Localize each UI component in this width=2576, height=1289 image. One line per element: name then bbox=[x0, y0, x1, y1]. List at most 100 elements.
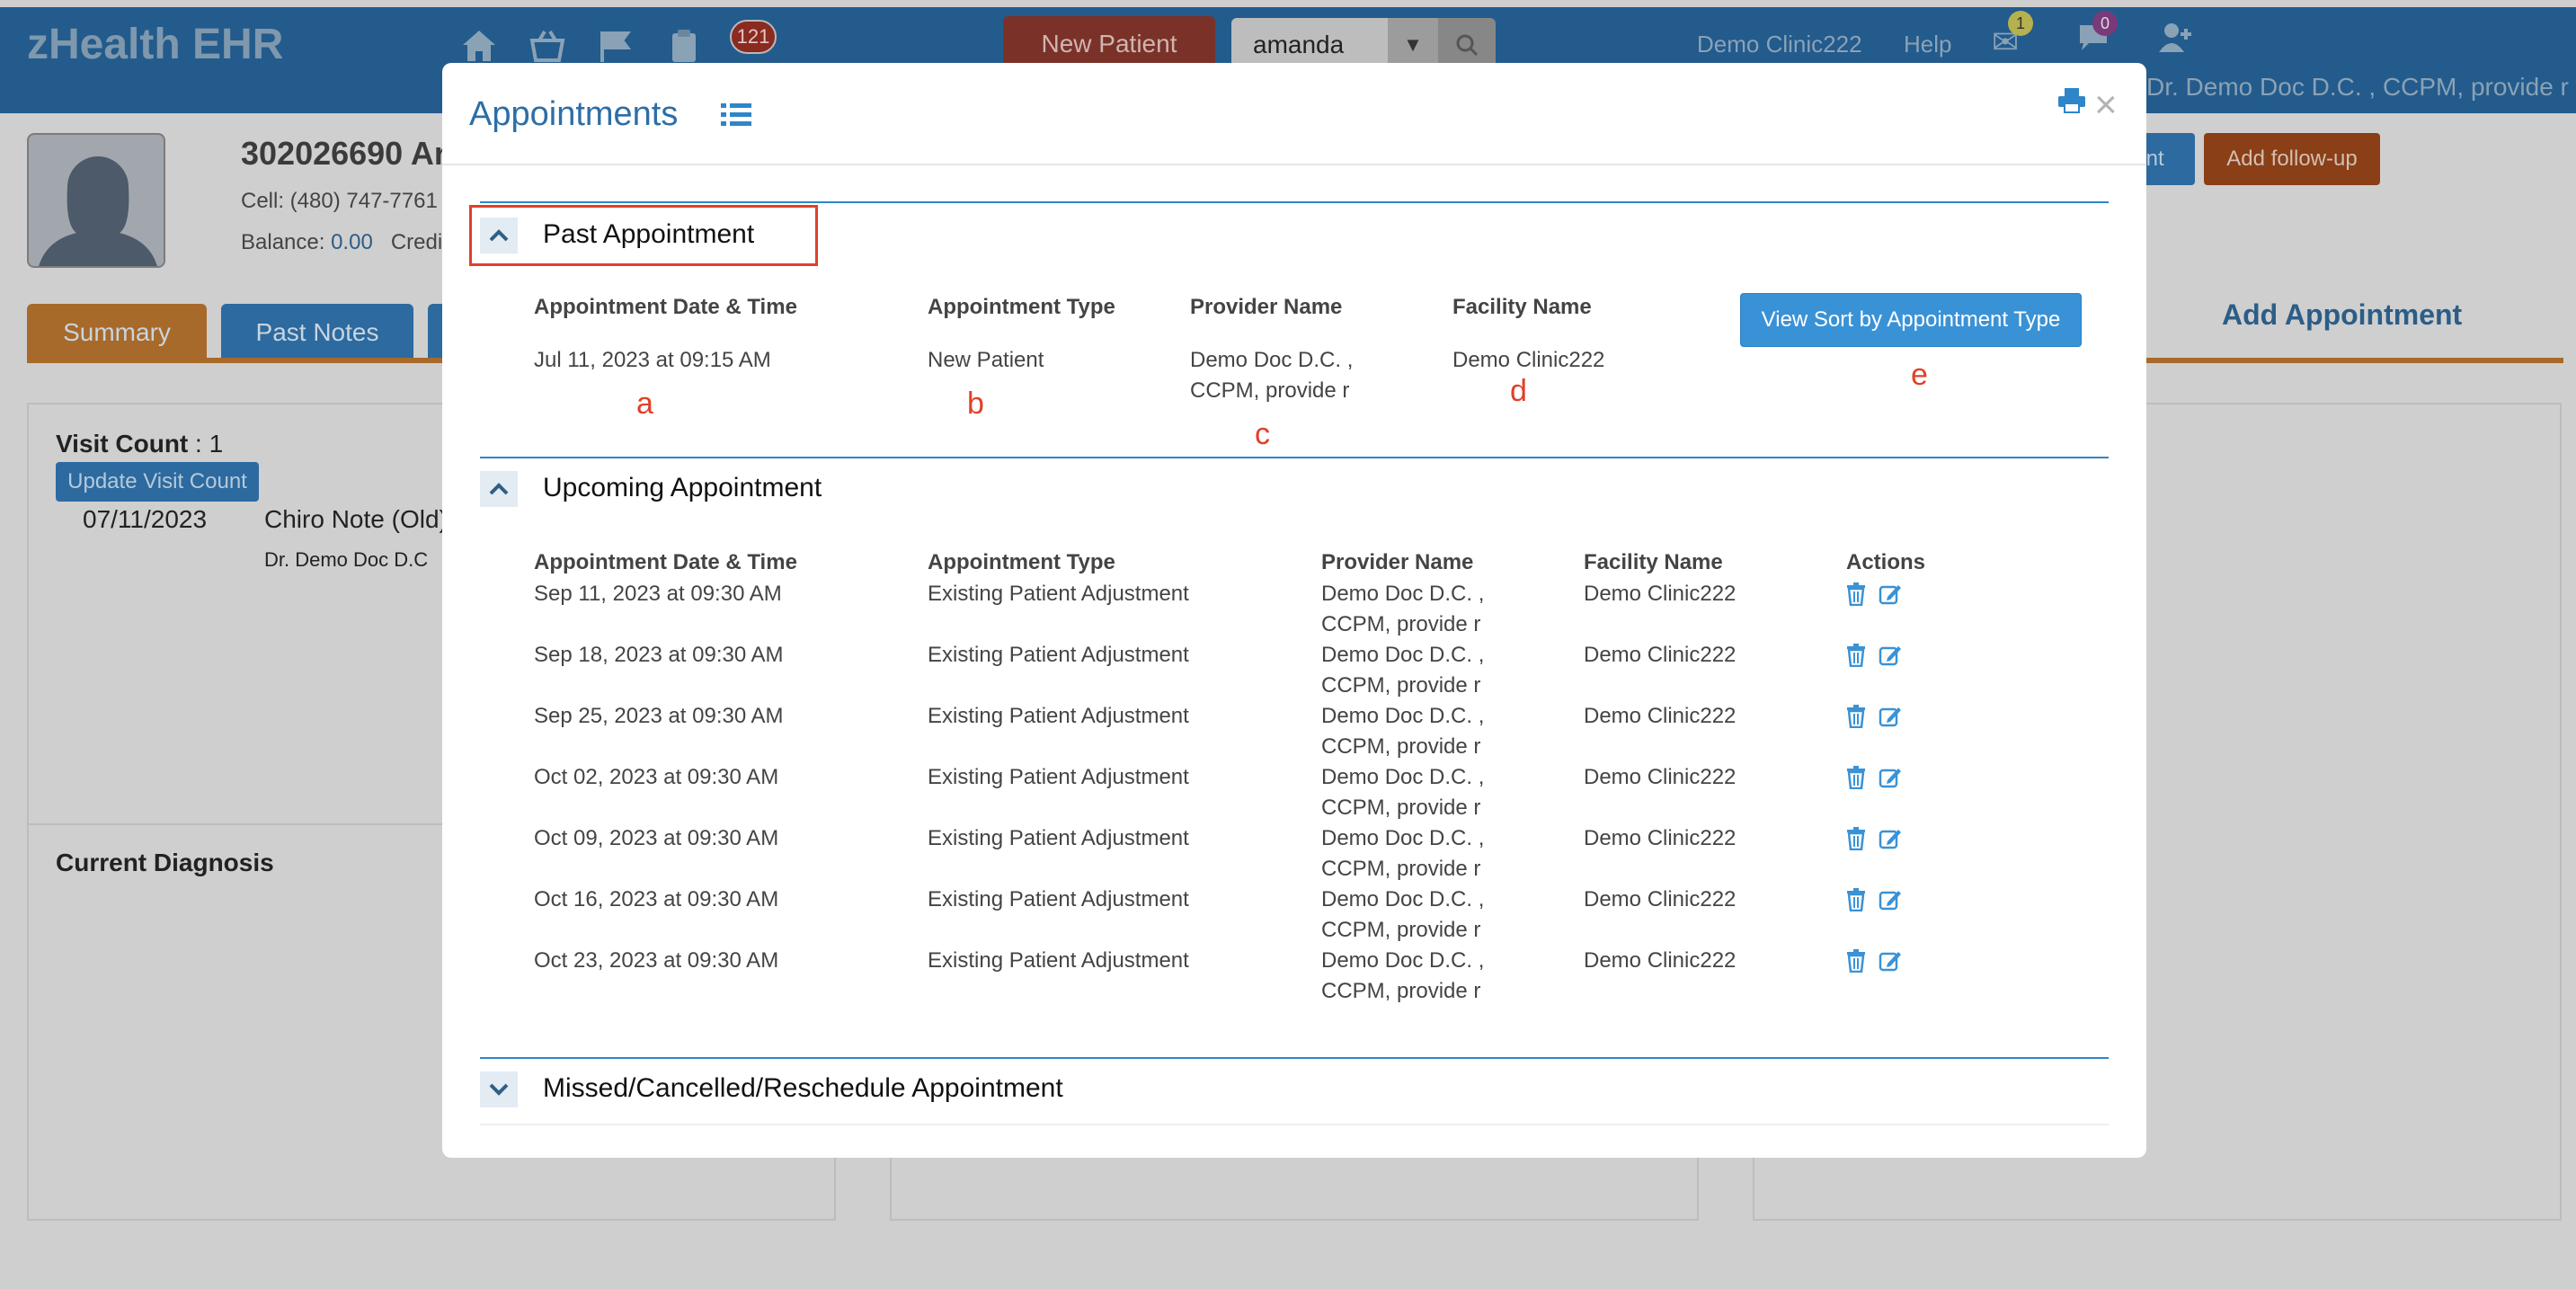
print-icon[interactable] bbox=[2058, 88, 2085, 120]
upcoming-row-type: Existing Patient Adjustment bbox=[928, 582, 1189, 606]
mail-count-badge: 1 bbox=[2008, 11, 2033, 36]
home-icon[interactable] bbox=[458, 25, 500, 67]
add-user-icon[interactable] bbox=[2157, 22, 2193, 62]
collapse-upcoming-chevron-up-icon[interactable] bbox=[480, 471, 518, 507]
trash-icon[interactable] bbox=[1846, 765, 1866, 794]
upcoming-row-provider-line2: CCPM, provide r bbox=[1321, 734, 1481, 759]
patient-balance: Balance: 0.00 Credi bbox=[241, 230, 442, 255]
upcoming-row-date: Oct 23, 2023 at 09:30 AM bbox=[534, 948, 779, 973]
upcoming-row-provider-line1: Demo Doc D.C. , bbox=[1321, 887, 1485, 911]
upcoming-row-date: Oct 02, 2023 at 09:30 AM bbox=[534, 765, 779, 789]
tab-past-notes[interactable]: Past Notes bbox=[221, 304, 413, 361]
past-header-type: Appointment Type bbox=[928, 295, 1115, 319]
notification-badge[interactable]: 121 bbox=[730, 20, 777, 54]
add-appointment-link[interactable]: Add Appointment bbox=[2222, 298, 2462, 332]
flag-icon[interactable] bbox=[595, 25, 636, 67]
collapse-past-chevron-up-icon[interactable] bbox=[480, 218, 518, 253]
past-header-facility: Facility Name bbox=[1452, 295, 1592, 319]
upcoming-header-type: Appointment Type bbox=[928, 550, 1115, 574]
clipboard-icon[interactable] bbox=[663, 25, 705, 67]
upcoming-row-type: Existing Patient Adjustment bbox=[928, 826, 1189, 850]
upcoming-row-provider-line2: CCPM, provide r bbox=[1321, 612, 1481, 636]
edit-icon[interactable] bbox=[1879, 705, 1902, 733]
upcoming-row-facility: Demo Clinic222 bbox=[1584, 643, 1737, 667]
patient-avatar bbox=[27, 133, 165, 268]
balance-label: Balance: bbox=[241, 230, 325, 254]
view-sort-by-type-button[interactable]: View Sort by Appointment Type bbox=[1740, 293, 2082, 347]
upcoming-row-provider-line1: Demo Doc D.C. , bbox=[1321, 582, 1485, 606]
trash-icon[interactable] bbox=[1846, 887, 1866, 916]
update-visit-count-button[interactable]: Update Visit Count bbox=[56, 462, 259, 502]
trash-icon[interactable] bbox=[1846, 582, 1866, 610]
clinic-name[interactable]: Demo Clinic222 bbox=[1697, 31, 1862, 58]
row-actions bbox=[1846, 764, 1902, 795]
upcoming-header-provider: Provider Name bbox=[1321, 550, 1474, 574]
upcoming-row-date: Sep 25, 2023 at 09:30 AM bbox=[534, 704, 784, 728]
upcoming-row-type: Existing Patient Adjustment bbox=[928, 887, 1189, 911]
visit-count: Visit Count : 1 bbox=[56, 430, 223, 458]
appointments-modal: Appointments × Past Appointment Appointm… bbox=[442, 63, 2146, 1158]
edit-icon[interactable] bbox=[1879, 644, 1902, 671]
upcoming-row-type: Existing Patient Adjustment bbox=[928, 643, 1189, 667]
upcoming-row-facility: Demo Clinic222 bbox=[1584, 948, 1737, 973]
edit-icon[interactable] bbox=[1879, 766, 1902, 794]
trash-icon[interactable] bbox=[1846, 948, 1866, 977]
upcoming-row-date: Oct 09, 2023 at 09:30 AM bbox=[534, 826, 779, 850]
row-actions bbox=[1846, 825, 1902, 856]
help-link[interactable]: Help bbox=[1904, 31, 1951, 58]
trash-icon[interactable] bbox=[1846, 704, 1866, 733]
upcoming-header-date: Appointment Date & Time bbox=[534, 550, 797, 574]
edit-icon[interactable] bbox=[1879, 888, 1902, 916]
past-section-divider bbox=[480, 201, 2109, 203]
missed-section-divider bbox=[480, 1057, 2109, 1059]
annotation-d: d bbox=[1510, 374, 1527, 408]
annotation-a: a bbox=[636, 387, 653, 421]
edit-icon[interactable] bbox=[1879, 827, 1902, 855]
visit-note-link[interactable]: Chiro Note (Old) bbox=[264, 505, 448, 534]
upcoming-row-type: Existing Patient Adjustment bbox=[928, 765, 1189, 789]
upcoming-row-facility: Demo Clinic222 bbox=[1584, 826, 1737, 850]
modal-title: Appointments bbox=[469, 95, 679, 133]
upcoming-header-facility: Facility Name bbox=[1584, 550, 1723, 574]
upcoming-row-date: Oct 16, 2023 at 09:30 AM bbox=[534, 887, 779, 911]
upcoming-row-facility: Demo Clinic222 bbox=[1584, 704, 1737, 728]
upcoming-section-title: Upcoming Appointment bbox=[543, 473, 822, 502]
upcoming-row-type: Existing Patient Adjustment bbox=[928, 704, 1189, 728]
upcoming-row-facility: Demo Clinic222 bbox=[1584, 765, 1737, 789]
add-follow-up-button[interactable]: Add follow-up bbox=[2204, 133, 2380, 185]
missed-section-title: Missed/Cancelled/Reschedule Appointment bbox=[543, 1073, 1063, 1103]
upcoming-row-date: Sep 11, 2023 at 09:30 AM bbox=[534, 582, 782, 606]
row-actions bbox=[1846, 581, 1902, 611]
upcoming-row-provider-line2: CCPM, provide r bbox=[1321, 979, 1481, 1003]
past-row-provider-line1: Demo Doc D.C. , bbox=[1190, 348, 1354, 372]
expand-missed-chevron-down-icon[interactable] bbox=[480, 1071, 518, 1107]
patient-title: 302026690 Ar bbox=[241, 135, 447, 172]
credit-label: Credi bbox=[390, 230, 443, 254]
trash-icon[interactable] bbox=[1846, 826, 1866, 855]
trash-icon[interactable] bbox=[1846, 643, 1866, 671]
edit-icon[interactable] bbox=[1879, 582, 1902, 610]
tab-summary[interactable]: Summary bbox=[27, 304, 207, 361]
modal-header-divider bbox=[442, 164, 2146, 165]
row-actions bbox=[1846, 642, 1902, 672]
basket-icon[interactable] bbox=[527, 25, 568, 67]
close-icon[interactable]: × bbox=[2094, 83, 2118, 128]
current-doctor-menu[interactable]: Dr. Demo Doc D.C. , CCPM, provide r ▾ bbox=[2146, 72, 2576, 102]
balance-value[interactable]: 0.00 bbox=[331, 230, 373, 254]
upcoming-row-date: Sep 18, 2023 at 09:30 AM bbox=[534, 643, 784, 667]
row-actions bbox=[1846, 947, 1902, 978]
patient-cell: Cell: (480) 747-7761 bbox=[241, 189, 438, 213]
visit-date: 07/11/2023 bbox=[83, 505, 208, 533]
upcoming-row-provider-line2: CCPM, provide r bbox=[1321, 673, 1481, 698]
past-row-facility: Demo Clinic222 bbox=[1452, 348, 1605, 372]
annotation-c: c bbox=[1255, 417, 1270, 451]
past-row-provider-line2: CCPM, provide r bbox=[1190, 378, 1350, 403]
upcoming-section-divider bbox=[480, 457, 2109, 458]
past-header-date: Appointment Date & Time bbox=[534, 295, 797, 319]
edit-icon[interactable] bbox=[1879, 949, 1902, 977]
visit-count-label: Visit Count bbox=[56, 430, 189, 458]
upcoming-row-provider-line1: Demo Doc D.C. , bbox=[1321, 826, 1485, 850]
list-icon[interactable] bbox=[721, 99, 751, 137]
top-nav-icons bbox=[458, 25, 705, 67]
upcoming-row-provider-line1: Demo Doc D.C. , bbox=[1321, 643, 1485, 667]
